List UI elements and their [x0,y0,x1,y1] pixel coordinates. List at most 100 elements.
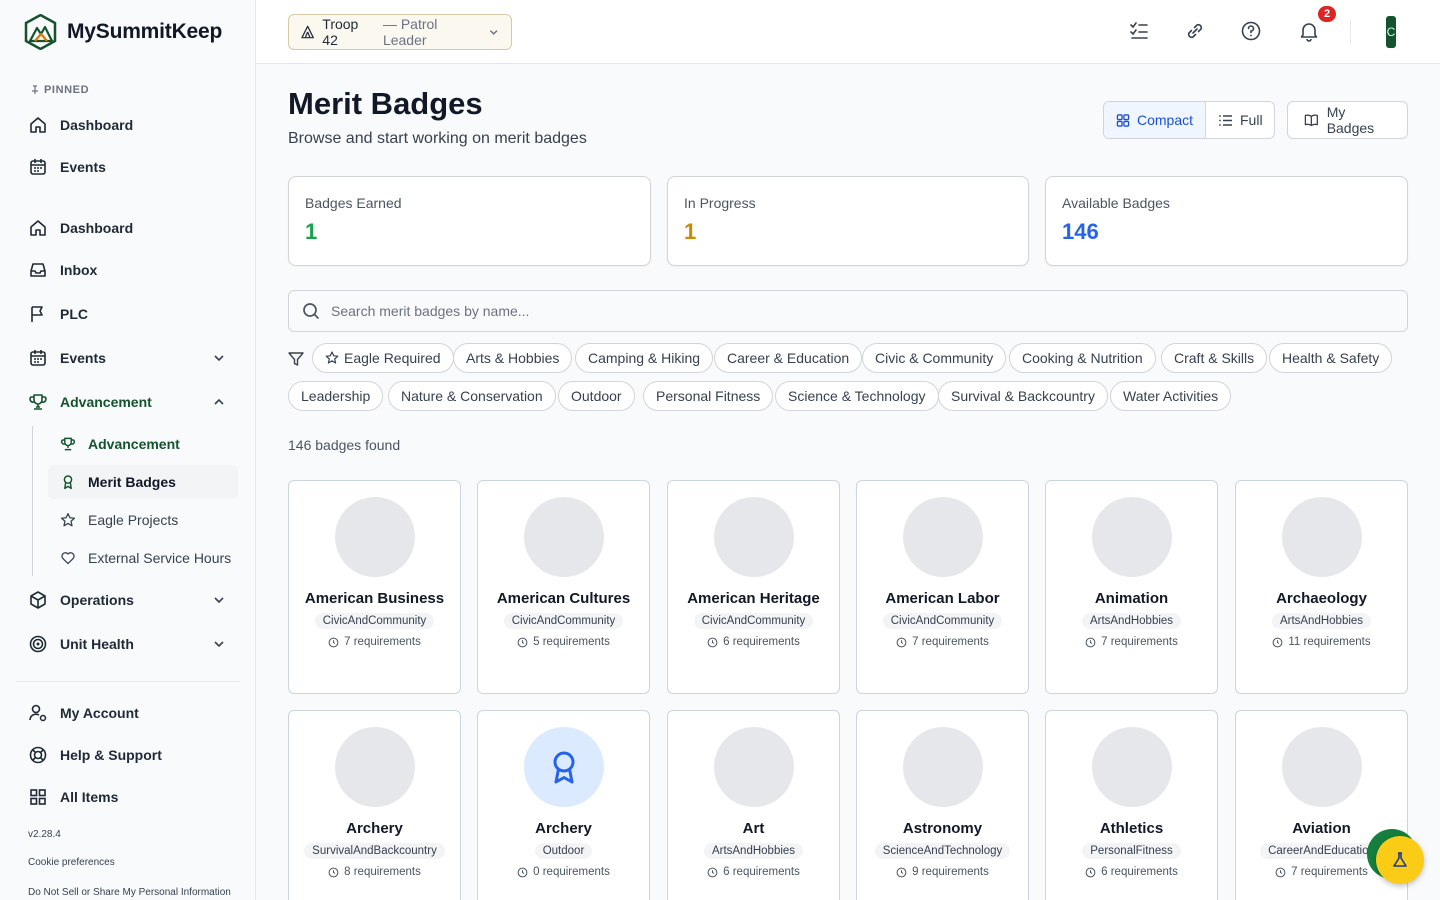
badge-card[interactable]: American Cultures CivicAndCommunity 5 requ… [477,480,650,694]
my-badges-button[interactable]: My Badges [1287,101,1408,139]
grid-icon [30,789,46,805]
sidebar-divider [16,681,240,682]
filter-chip[interactable]: Camping & Hiking [575,343,714,373]
filter-chip[interactable]: Outdoor [558,381,635,411]
filter-chip[interactable]: Civic & Community [862,343,1007,373]
filter-chip[interactable]: Health & Safety [1269,343,1393,373]
clock-icon [1275,867,1286,877]
chevron-up-icon [214,398,224,405]
filter-chip[interactable]: Science & Technology [775,381,939,411]
view-mode-toggle: Compact Full [1103,101,1275,139]
sidebar-item-dashboard[interactable]: Dashboard [16,210,240,246]
badge-requirements: 7 requirements [896,636,989,648]
filter-icon [288,352,304,366]
sub-item-external-service-hours[interactable]: External Service Hours [48,541,238,575]
stat-card-in-progress: In Progress 1 [667,176,1029,266]
sidebar-item-operations[interactable]: Operations [16,582,240,618]
help-icon[interactable] [1240,20,1262,42]
calendar-icon [30,159,46,175]
brand[interactable]: MySummitKeep [24,14,222,50]
badge-card[interactable]: Archery SurvivalAndBackcountry 8 requireme… [288,710,461,900]
clock-icon [517,867,528,877]
clock-icon [1272,637,1283,647]
badge-card[interactable]: Athletics PersonalFitness 6 requirements [1045,710,1218,900]
filter-chip[interactable]: Survival & Backcountry [938,381,1108,411]
sidebar-item-plc[interactable]: PLC [16,296,240,332]
sidebar-item-my-account[interactable]: My Account [16,695,240,731]
badge-name: Archery [535,820,592,837]
filter-chip[interactable]: Leadership [288,381,384,411]
clock-icon [707,637,718,647]
badge-image [902,727,983,807]
badge-image [523,727,604,807]
full-view-button[interactable]: Full [1206,102,1274,138]
badge-name: Animation [1094,590,1169,607]
sidebar-item-all-items[interactable]: All Items [16,779,240,815]
badge-name: Astronomy [902,820,983,837]
quick-action-button[interactable] [1376,836,1424,884]
badge-image [523,497,604,577]
search-icon [303,303,319,319]
results-count: 146 badges found [288,437,401,453]
badge-card[interactable]: Archaeology ArtsAndHobbies 11 requirements [1235,480,1408,694]
filter-chip[interactable]: Nature & Conservation [388,381,556,411]
badge-category: CivicAndCommunity [314,613,435,629]
sidebar-item-help-support[interactable]: Help & Support [16,737,240,773]
filter-chip[interactable]: Eagle Required [312,343,454,373]
sub-item-advancement[interactable]: Advancement [48,427,238,461]
link-icon[interactable] [1184,20,1206,42]
sidebar-item-advancement[interactable]: Advancement [16,384,240,420]
compact-view-button[interactable]: Compact [1104,102,1206,138]
trophy-icon [61,437,75,451]
checklist-icon[interactable] [1128,20,1150,42]
badge-card[interactable]: American Heritage CivicAndCommunity 6 requ… [667,480,840,694]
sidebar-item-inbox[interactable]: Inbox [16,252,240,288]
clock-icon [707,867,718,877]
top-bar: Troop 42 — Patrol Leader 2 C [256,0,1440,64]
badge-card[interactable]: Archery Outdoor 0 requirements [477,710,650,900]
flask-icon [1393,852,1407,867]
grid-icon [1116,113,1130,127]
badge-name: Archery [346,820,403,837]
app-name: MySummitKeep [67,20,223,43]
filter-chip[interactable]: Cooking & Nutrition [1009,343,1156,373]
sub-item-merit-badges[interactable]: Merit Badges [48,465,238,499]
flag-icon [31,306,43,322]
filter-chip[interactable]: Craft & Skills [1161,343,1268,373]
filter-chip[interactable]: Personal Fitness [643,381,774,411]
badge-requirements: 6 requirements [707,866,800,878]
badge-requirements: 5 requirements [517,636,610,648]
sidebar-item-events[interactable]: Events [16,340,240,376]
badge-name: Archaeology [1276,590,1367,607]
tent-icon [301,25,314,39]
badge-image [713,497,794,577]
pinned-item-dashboard[interactable]: Dashboard [16,107,240,143]
bell-icon[interactable] [1298,20,1320,42]
filter-chip[interactable]: Arts & Hobbies [453,343,573,373]
clock-icon [896,867,907,877]
badge-category: CareerAndEducation [1260,843,1383,859]
filter-chip[interactable]: Career & Education [714,343,863,373]
badge-requirements: 9 requirements [896,866,989,878]
clock-icon [328,867,339,877]
mountain-logo-icon [24,14,57,50]
cookie-preferences-link[interactable]: Cookie preferences [28,857,115,868]
clock-icon [1085,637,1096,647]
badge-image [1091,497,1172,577]
pinned-item-events[interactable]: Events [16,149,240,185]
search-input[interactable] [331,303,1231,319]
badge-category: ArtsAndHobbies [703,843,804,859]
badge-card[interactable]: Astronomy ScienceAndTechnology 9 requireme… [856,710,1029,900]
badge-name: Art [742,820,765,837]
badge-card[interactable]: Animation ArtsAndHobbies 7 requirements [1045,480,1218,694]
badge-card[interactable]: Art ArtsAndHobbies 6 requirements [667,710,840,900]
badge-card[interactable]: American Labor CivicAndCommunity 7 require… [856,480,1029,694]
filter-chip[interactable]: Water Activities [1110,381,1232,411]
user-avatar[interactable]: C [1386,16,1396,48]
do-not-sell-link[interactable]: Do Not Sell or Share My Personal Informa… [28,887,231,898]
stat-card-available-badges: Available Badges 146 [1045,176,1408,266]
badge-card[interactable]: American Business CivicAndCommunity 7 requ… [288,480,461,694]
troop-selector[interactable]: Troop 42 — Patrol Leader [288,14,512,50]
sub-item-eagle-projects[interactable]: Eagle Projects [48,503,238,537]
sidebar-item-unit-health[interactable]: Unit Health [16,626,240,662]
